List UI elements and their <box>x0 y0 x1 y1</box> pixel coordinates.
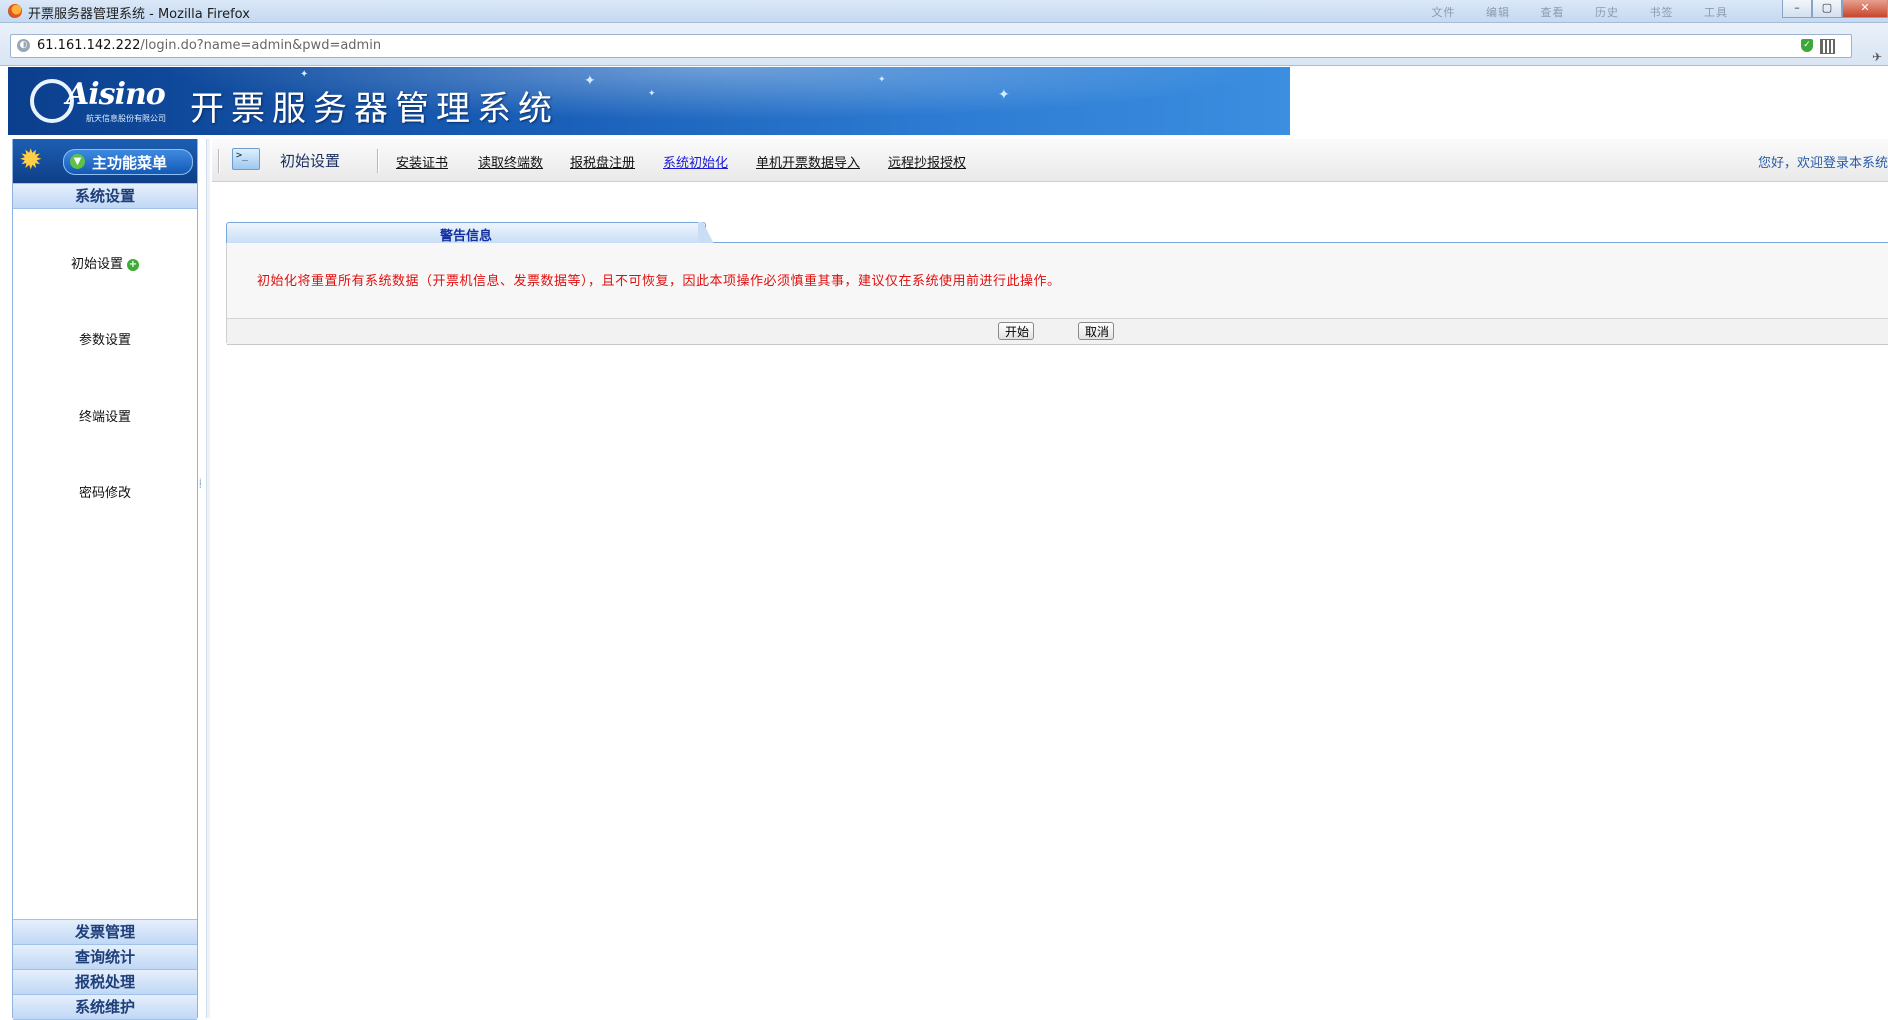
sidebar-item-param-settings[interactable]: 参数设置 <box>13 329 197 348</box>
link-system-init[interactable]: 系统初始化 <box>663 152 728 171</box>
window-title: 开票服务器管理系统 - Mozilla Firefox <box>28 7 250 22</box>
link-standalone-import[interactable]: 单机开票数据导入 <box>756 152 860 171</box>
sparkle-icon: ✦ <box>584 73 596 89</box>
top-navigation: >_ 初始设置 安装证书 读取终端数 报税盘注册 系统初始化 单机开票数据导入 … <box>212 139 1888 182</box>
navigation-toolbar: ◐ 61.161.142.222/login.do?name=admin&pwd… <box>0 23 1888 66</box>
section-query-statistics[interactable]: 查询统计 <box>13 944 197 970</box>
browser-menu: 文件 编辑 查看 历史 书签 工具 <box>1406 4 1729 20</box>
panel-actions: 开始 取消 <box>227 318 1888 345</box>
sidebar: ✹ ▼ 主功能菜单 系统设置 初始设置 + 参数设置 终端设置 密码修改 发票管理… <box>12 139 198 1020</box>
sparkle-icon: ✦ <box>998 87 1010 103</box>
warning-tab-strip: 警告信息 <box>226 222 1888 244</box>
sidebar-header: ✹ ▼ 主功能菜单 <box>13 139 197 183</box>
url-path: /login.do?name=admin&pwd=admin <box>140 38 382 53</box>
warning-panel: 初始化将重置所有系统数据（开票机信息、发票数据等），且不可恢复，因此本项操作必须… <box>226 243 1888 345</box>
site-identity-icon[interactable]: ◐ <box>17 39 30 52</box>
page-title: 初始设置 <box>280 152 341 170</box>
link-remote-authorization[interactable]: 远程抄报授权 <box>888 152 966 171</box>
section-system-maintenance[interactable]: 系统维护 <box>13 994 197 1020</box>
app-banner: ✦ ✦ ✦ ✦ ✦ Aisino 航天信息股份有限公司 开票服务器管理系统 <box>8 67 1290 135</box>
url-host: 61.161.142.222 <box>37 38 141 53</box>
sparkle-icon: ✦ <box>300 69 309 80</box>
link-install-certificate[interactable]: 安装证书 <box>396 152 448 171</box>
terminal-icon: >_ <box>232 148 260 170</box>
menu-edit[interactable]: 编辑 <box>1486 6 1510 19</box>
minimize-icon[interactable]: – <box>1782 0 1812 18</box>
url-text[interactable]: 61.161.142.222/login.do?name=admin&pwd=a… <box>37 38 381 53</box>
sidebar-item-init-settings[interactable]: 初始设置 + <box>13 253 197 272</box>
aisino-logo: Aisino 航天信息股份有限公司 <box>30 77 180 125</box>
menu-history[interactable]: 历史 <box>1595 6 1619 19</box>
splitter-grip-icon[interactable]: ⁞ ⁞ <box>199 478 202 490</box>
address-bar[interactable]: ◐ 61.161.142.222/login.do?name=admin&pwd… <box>10 34 1852 58</box>
menu-bookmarks[interactable]: 书签 <box>1650 6 1674 19</box>
sparkle-icon: ✦ <box>648 89 656 99</box>
addon-icon[interactable]: ✈ <box>1872 50 1882 64</box>
tab-corner <box>698 222 718 243</box>
link-tax-disk-register[interactable]: 报税盘注册 <box>570 152 635 171</box>
main-menu-button[interactable]: ▼ 主功能菜单 <box>63 149 193 175</box>
app-title: 开票服务器管理系统 <box>190 89 559 129</box>
section-invoice-management[interactable]: 发票管理 <box>13 919 197 945</box>
menu-tools[interactable]: 工具 <box>1704 6 1728 19</box>
frame-splitter[interactable] <box>206 139 210 1018</box>
restore-icon[interactable]: ▢ <box>1812 0 1842 18</box>
section-system-settings[interactable]: 系统设置 <box>13 183 197 209</box>
welcome-message: 您好，欢迎登录本系统 <box>1757 156 1888 171</box>
shield-icon[interactable]: ✓ <box>1801 39 1813 52</box>
logo-subtext: 航天信息股份有限公司 <box>86 114 166 123</box>
start-button[interactable]: 开始 <box>998 322 1035 340</box>
warning-tab-label: 警告信息 <box>439 229 492 244</box>
sidebar-item-label: 终端设置 <box>78 410 131 425</box>
warning-tab: 警告信息 <box>226 222 706 244</box>
gear-icon: ✹ <box>19 143 43 176</box>
section-tax-processing[interactable]: 报税处理 <box>13 969 197 995</box>
cancel-button[interactable]: 取消 <box>1078 322 1115 340</box>
sparkle-icon: ✦ <box>878 75 886 85</box>
sidebar-item-password-change[interactable]: 密码修改 <box>13 482 197 501</box>
plus-icon: + <box>127 259 139 271</box>
main-menu-label: 主功能菜单 <box>92 154 168 172</box>
qr-code-icon[interactable] <box>1820 39 1835 54</box>
browser-titlebar: 开票服务器管理系统 - Mozilla Firefox 文件 编辑 查看 历史 … <box>0 0 1888 23</box>
logo-text: Aisino <box>66 77 166 112</box>
window-controls: – ▢ ✕ <box>1782 0 1888 18</box>
link-read-terminal-count[interactable]: 读取终端数 <box>478 152 543 171</box>
menu-view[interactable]: 查看 <box>1541 6 1565 19</box>
nav-divider <box>218 149 220 173</box>
nav-divider <box>377 149 379 173</box>
sidebar-item-label: 初始设置 <box>70 257 123 272</box>
sidebar-item-terminal-settings[interactable]: 终端设置 <box>13 406 197 425</box>
firefox-icon <box>8 4 22 18</box>
warning-message: 初始化将重置所有系统数据（开票机信息、发票数据等），且不可恢复，因此本项操作必须… <box>257 274 1061 289</box>
close-icon[interactable]: ✕ <box>1842 0 1888 18</box>
chevron-down-icon: ▼ <box>70 154 85 169</box>
sidebar-item-label: 密码修改 <box>78 486 131 501</box>
sidebar-item-label: 参数设置 <box>78 333 131 348</box>
menu-file[interactable]: 文件 <box>1432 6 1456 19</box>
